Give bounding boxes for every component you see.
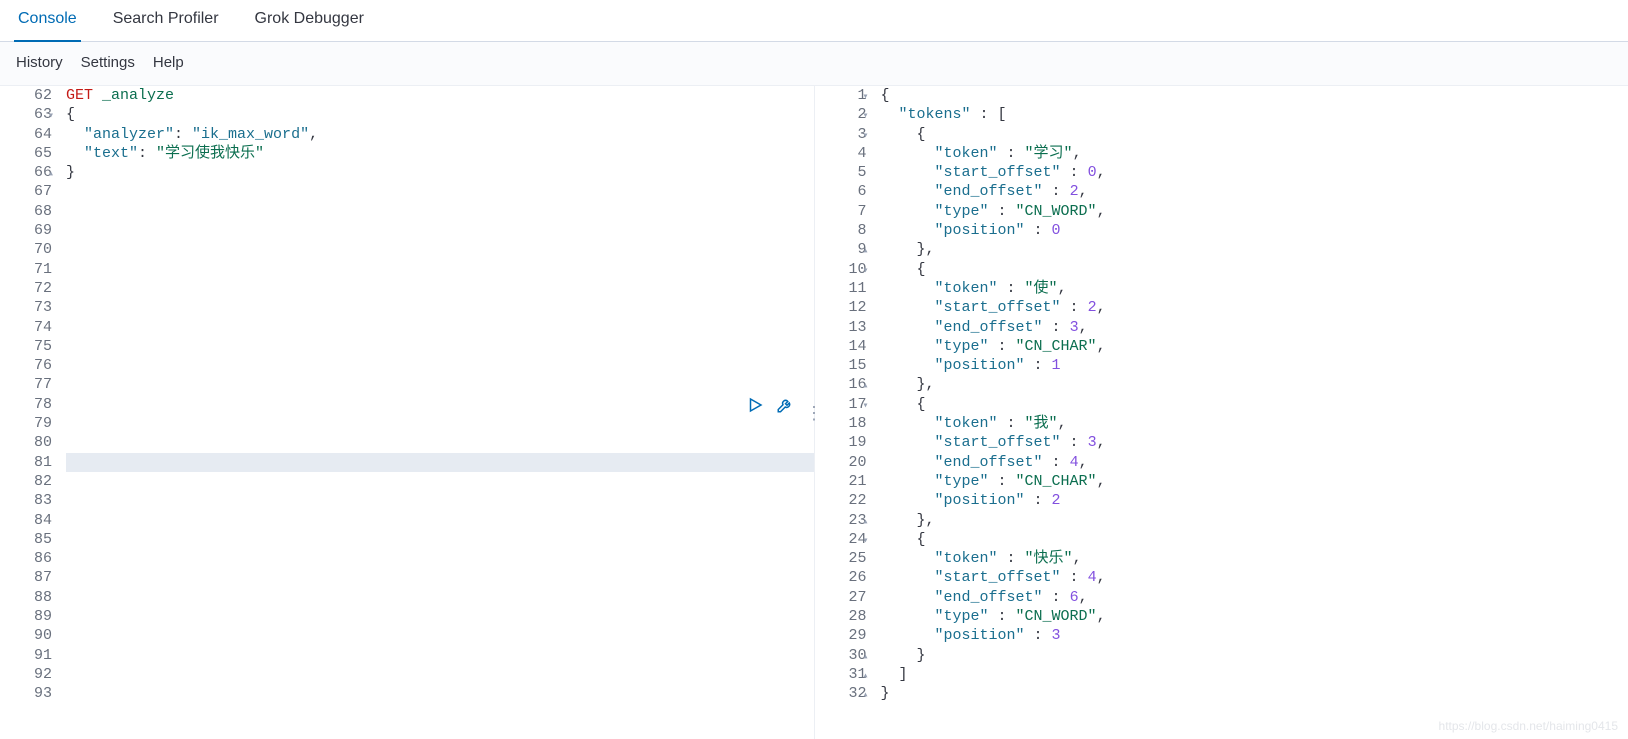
request-code[interactable]: GET _analyze{ "analyzer": "ik_max_word",… — [58, 86, 814, 739]
request-gutter: 6263646566676869707172737475767778798081… — [0, 86, 58, 739]
main-tabs: Console Search Profiler Grok Debugger — [0, 0, 1628, 42]
console-subbar: History Settings Help — [0, 42, 1628, 86]
tab-grok-debugger[interactable]: Grok Debugger — [251, 0, 368, 42]
response-viewer[interactable]: 1234567891011121314151617181920212223242… — [815, 86, 1628, 739]
request-pane: 6263646566676869707172737475767778798081… — [0, 86, 815, 739]
request-actions — [746, 396, 794, 417]
settings-link[interactable]: Settings — [81, 54, 135, 71]
run-icon[interactable] — [746, 396, 764, 417]
response-gutter: 1234567891011121314151617181920212223242… — [815, 86, 873, 739]
response-pane: 1234567891011121314151617181920212223242… — [815, 86, 1628, 739]
tab-search-profiler[interactable]: Search Profiler — [109, 0, 223, 42]
tab-console[interactable]: Console — [14, 0, 81, 42]
editor-panes: 6263646566676869707172737475767778798081… — [0, 86, 1628, 739]
wrench-icon[interactable] — [776, 396, 794, 417]
request-editor[interactable]: 6263646566676869707172737475767778798081… — [0, 86, 814, 739]
help-link[interactable]: Help — [153, 54, 184, 71]
history-link[interactable]: History — [16, 54, 63, 71]
response-code: { "tokens" : [ { "token" : "学习", "start_… — [873, 86, 1628, 739]
watermark-text: https://blog.csdn.net/haiming0415 — [1439, 719, 1618, 733]
